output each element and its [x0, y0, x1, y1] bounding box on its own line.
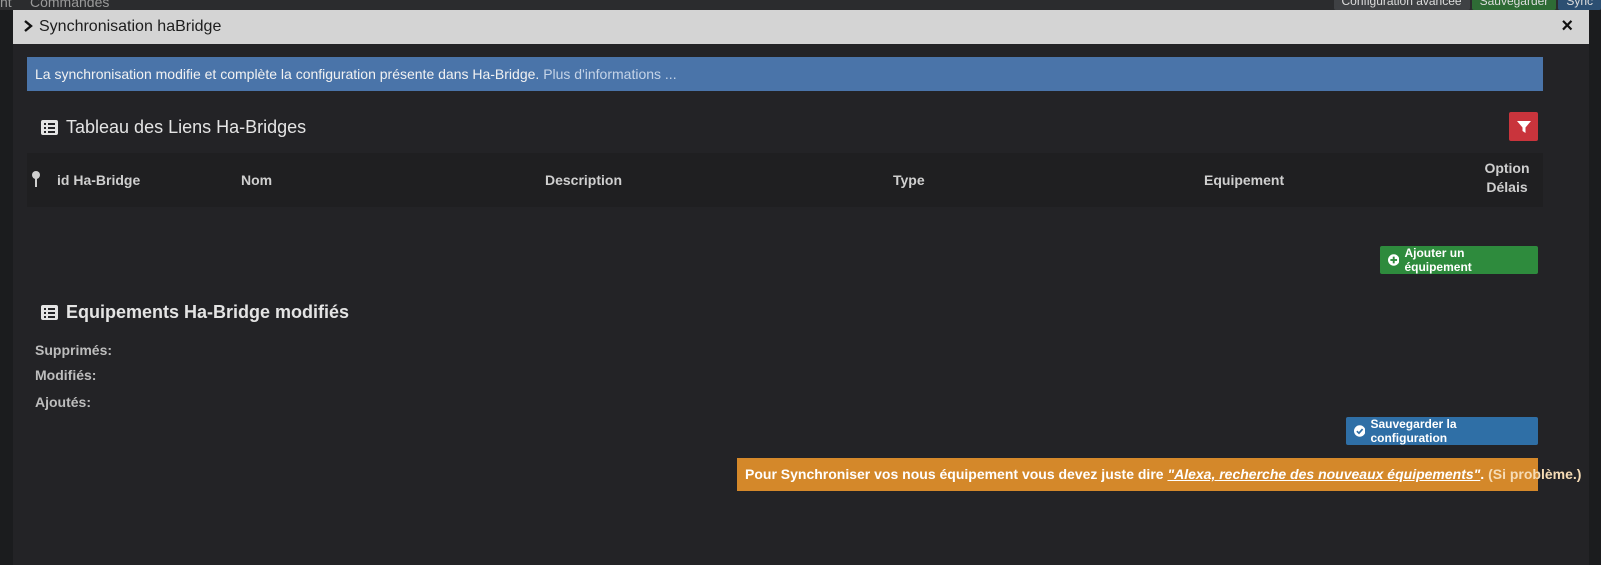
sync-modal: Synchronisation haBridge × La synchronis… [13, 10, 1589, 565]
warning-text: Pour Synchroniser vos nous équipement vo… [745, 466, 1168, 482]
sync-warning-alert: Pour Synchroniser vos nous équipement vo… [737, 458, 1581, 491]
background-fragment: nt [0, 0, 12, 10]
links-table-heading: Tableau des Liens Ha-Bridges [41, 117, 306, 138]
save-configuration-label: Sauvegarder la configuration [1370, 417, 1457, 445]
background-toolbar: Configuration avancée Sauvegarder Sync [1333, 0, 1601, 10]
filter-icon [1516, 120, 1531, 133]
background-save-button: Sauvegarder [1471, 0, 1557, 10]
background-page-strip: nt Commandes Configuration avancée Sauve… [0, 0, 1601, 10]
save-configuration-button[interactable]: Sauvegarder la configuration [1346, 417, 1538, 445]
chevron-right-icon [24, 20, 33, 32]
list-icon [41, 305, 58, 320]
column-option-label: Option [1484, 160, 1530, 176]
add-equipment-label: Ajouter un équipement [1404, 246, 1472, 274]
deleted-label: Supprimés: [35, 342, 113, 358]
column-nom[interactable]: Nom [241, 172, 272, 188]
background-tab-commandes: Commandes [30, 0, 110, 10]
warning-after: . [1480, 466, 1489, 482]
column-description[interactable]: Description [545, 172, 622, 188]
filter-button[interactable] [1509, 112, 1538, 141]
links-table-header: id Ha-Bridge Nom Description Type Equipe… [27, 153, 1543, 207]
added-label: Ajoutés: [35, 394, 91, 410]
info-text: La synchronisation modifie et complète l… [35, 66, 544, 82]
modified-equipment-title: Equipements Ha-Bridge modifiés [66, 302, 350, 322]
modal-title: Synchronisation haBridge [39, 18, 222, 35]
info-alert: La synchronisation modifie et complète l… [27, 57, 1543, 91]
pin-icon [32, 171, 40, 187]
problem-link[interactable]: (Si problème.) [1488, 466, 1581, 482]
column-type[interactable]: Type [893, 172, 925, 188]
more-info-link[interactable]: Plus d'informations ... [543, 66, 676, 82]
background-advanced-config-button: Configuration avancée [1333, 0, 1470, 10]
list-icon [41, 120, 58, 135]
close-icon[interactable]: × [1561, 15, 1573, 38]
alexa-command-link[interactable]: "Alexa, recherche des nouveaux équipemen… [1167, 466, 1480, 482]
column-equipement[interactable]: Equipement [1204, 172, 1284, 188]
modal-header: Synchronisation haBridge × [13, 10, 1589, 44]
column-delais-label: Délais [1486, 179, 1528, 195]
column-id-ha-bridge[interactable]: id Ha-Bridge [57, 172, 140, 188]
modified-equipment-heading: Equipements Ha-Bridge modifiés [41, 302, 349, 323]
add-equipment-button[interactable]: Ajouter un équipement [1380, 246, 1538, 274]
column-option-delais[interactable]: Option Délais [1479, 159, 1535, 197]
check-circle-icon [1354, 425, 1366, 437]
plus-circle-icon [1388, 254, 1400, 266]
links-table-title: Tableau des Liens Ha-Bridges [66, 117, 307, 137]
modified-label: Modifiés: [35, 367, 97, 383]
background-sync-button: Sync [1558, 0, 1601, 10]
